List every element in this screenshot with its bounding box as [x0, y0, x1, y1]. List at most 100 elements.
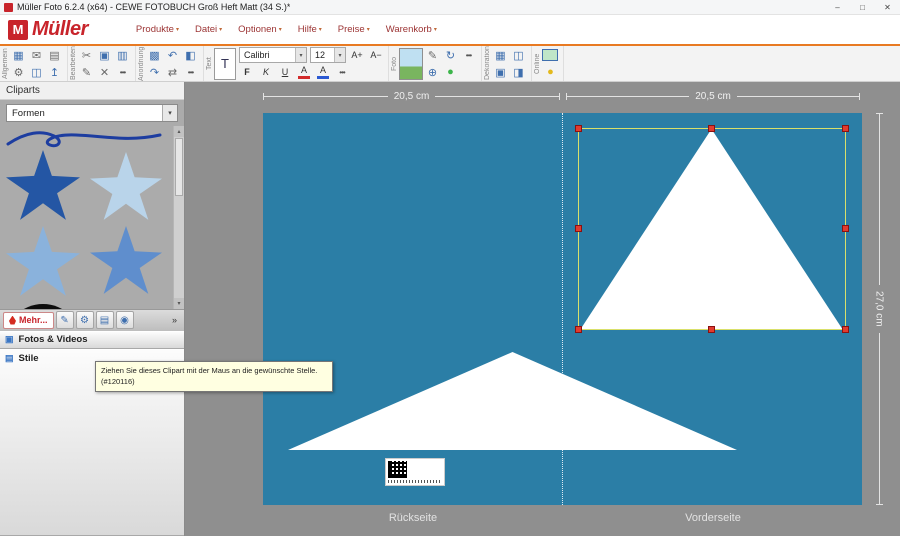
edit-photo-icon[interactable]: ✎ — [424, 47, 441, 63]
target-tools-button[interactable]: ◉ — [116, 311, 134, 329]
menu-item-optionen[interactable]: Optionen ▾ — [238, 24, 282, 35]
more-button[interactable]: Mehr... — [3, 312, 54, 329]
scrollbar-thumb[interactable] — [175, 138, 183, 196]
font-size-select[interactable]: 12 ▾ — [310, 47, 346, 63]
brand-logo: M Müller — [8, 18, 88, 41]
selection-handle-top-left[interactable] — [575, 125, 582, 132]
drag-tooltip: Ziehen Sie dieses Clipart mit der Maus a… — [95, 361, 333, 392]
decoration-mask-icon[interactable]: ◫ — [510, 47, 527, 63]
close-button[interactable]: ✕ — [875, 0, 900, 14]
text-tool-icon[interactable]: T — [214, 48, 236, 80]
online-badge-icon[interactable]: ● — [542, 64, 559, 80]
settings-tools-button[interactable]: ⚙ — [76, 311, 94, 329]
page-spread[interactable] — [263, 113, 862, 505]
selection-handle-middle-left[interactable] — [575, 225, 582, 232]
menu-item-produkte[interactable]: Produkte ▾ — [136, 24, 179, 35]
underline-button[interactable]: U — [277, 65, 293, 80]
chevron-down-icon: ▾ — [176, 26, 179, 33]
overflow-button[interactable]: ••• — [460, 47, 477, 63]
toolbar-group-label: Foto — [390, 47, 399, 80]
toolbar-group-foto: Foto ✎ ⊕ ↻ ● ••• — [389, 46, 482, 81]
editor-canvas[interactable]: 20,5 cm 20,5 cm 27,0 cm — [185, 82, 900, 536]
barcode-microtext — [388, 480, 440, 483]
redo-icon[interactable]: ↷ — [146, 64, 163, 80]
add-photo-icon[interactable]: ⊕ — [424, 64, 441, 80]
menu-item-datei[interactable]: Datei ▾ — [195, 24, 222, 35]
bold-button[interactable]: F — [239, 65, 255, 80]
clipart-circle-black[interactable] — [4, 304, 82, 309]
cut-icon[interactable]: ✂ — [78, 47, 95, 63]
category-row: Formen ▾ — [0, 100, 184, 126]
decoration-shape-icon[interactable]: ◨ — [510, 64, 527, 80]
chevron-down-icon: ▾ — [219, 26, 222, 33]
edit-pencil-icon[interactable]: ✎ — [78, 64, 95, 80]
maximize-button[interactable]: □ — [850, 0, 875, 14]
overflow-button[interactable]: ••• — [114, 64, 131, 80]
toolbar-group-text: Text T Calibri ▾ 12 ▾ A+ A− — [204, 46, 389, 81]
clipart-list: ▴ ▾ — [0, 126, 184, 309]
font-color-button[interactable]: A — [296, 65, 312, 80]
ruler-page-height: 27,0 cm — [873, 113, 885, 505]
font-family-select[interactable]: Calibri ▾ — [239, 47, 307, 63]
layout-tools-button[interactable]: ▤ — [96, 311, 114, 329]
selection-handle-bottom-left[interactable] — [575, 326, 582, 333]
layers-icon[interactable]: ◧ — [182, 47, 199, 63]
sidebar-bottom-toolbar: Mehr... ✎ ⚙ ▤ ◉ » — [0, 309, 184, 331]
minimize-button[interactable]: – — [825, 0, 850, 14]
front-cover-label: Vorderseite — [563, 512, 863, 524]
overflow-button[interactable]: ••• — [334, 65, 350, 80]
print-icon[interactable]: ▤ — [46, 47, 63, 63]
selection-handle-bottom-middle[interactable] — [708, 326, 715, 333]
shape-category-select[interactable]: Formen ▾ — [6, 104, 178, 122]
chevron-down-icon: ▾ — [279, 26, 282, 33]
delete-icon[interactable]: ✕ — [96, 64, 113, 80]
cliparts-panel-title: Cliparts — [0, 82, 184, 100]
settings-gear-icon[interactable]: ⚙ — [10, 64, 27, 80]
scroll-up-button[interactable]: ▴ — [174, 126, 184, 137]
toolbar-group-label: Text — [205, 47, 214, 80]
titlebar: Müller Foto 6.2.4 (x64) - CEWE FOTOBUCH … — [0, 0, 900, 15]
undo-icon[interactable]: ↶ — [164, 47, 181, 63]
selection-frame[interactable] — [578, 128, 846, 330]
rotate-icon[interactable]: ↻ — [442, 47, 459, 63]
selection-handle-middle-right[interactable] — [842, 225, 849, 232]
increase-font-button[interactable]: A+ — [349, 48, 365, 63]
edit-tools-button[interactable]: ✎ — [56, 311, 74, 329]
new-grid-icon[interactable]: ▦ — [10, 47, 27, 63]
clipart-star-medium-blue[interactable] — [90, 226, 162, 296]
online-monitor-icon[interactable] — [542, 49, 558, 61]
clipart-star-steel-blue[interactable] — [6, 226, 80, 298]
barcode — [385, 458, 445, 486]
italic-button[interactable]: K — [258, 65, 274, 80]
mail-icon[interactable]: ✉ — [28, 47, 45, 63]
clipart-star-dark-blue[interactable] — [6, 150, 80, 222]
application-window: Müller Foto 6.2.4 (x64) - CEWE FOTOBUCH … — [0, 0, 900, 536]
back-cover-triangle[interactable] — [288, 352, 737, 450]
section-fotos-videos[interactable]: ▣ Fotos & Videos — [0, 331, 184, 349]
menu-item-warenkorb[interactable]: Warenkorb ▾ — [386, 24, 437, 35]
arrange-icon[interactable]: ⇄ — [164, 64, 181, 80]
panel-expander-button[interactable]: » — [168, 311, 181, 329]
clipart-swoosh[interactable] — [4, 128, 164, 150]
clipart-scrollbar[interactable]: ▴ ▾ — [173, 126, 184, 309]
menu-item-preise[interactable]: Preise ▾ — [338, 24, 370, 35]
scroll-down-button[interactable]: ▾ — [174, 298, 184, 309]
selection-handle-bottom-right[interactable] — [842, 326, 849, 333]
align-grid-icon[interactable]: ▩ — [146, 47, 163, 63]
export-icon[interactable]: ↥ — [46, 64, 63, 80]
save-icon[interactable]: ◫ — [28, 64, 45, 80]
photo-icon[interactable] — [399, 48, 423, 80]
decrease-font-button[interactable]: A− — [368, 48, 384, 63]
overflow-button[interactable]: ••• — [182, 64, 199, 80]
highlight-color-button[interactable]: A — [315, 65, 331, 80]
green-sphere-icon[interactable]: ● — [442, 64, 459, 80]
selection-handle-top-right[interactable] — [842, 125, 849, 132]
decoration-frame-icon[interactable]: ▦ — [492, 47, 509, 63]
menu-item-hilfe[interactable]: Hilfe ▾ — [298, 24, 322, 35]
paste-icon[interactable]: ▥ — [114, 47, 131, 63]
copy-icon[interactable]: ▣ — [96, 47, 113, 63]
decoration-border-icon[interactable]: ▣ — [492, 64, 509, 80]
selection-handle-top-middle[interactable] — [708, 125, 715, 132]
clipart-star-light-blue[interactable] — [90, 152, 162, 222]
chevron-down-icon: ▾ — [434, 26, 437, 33]
